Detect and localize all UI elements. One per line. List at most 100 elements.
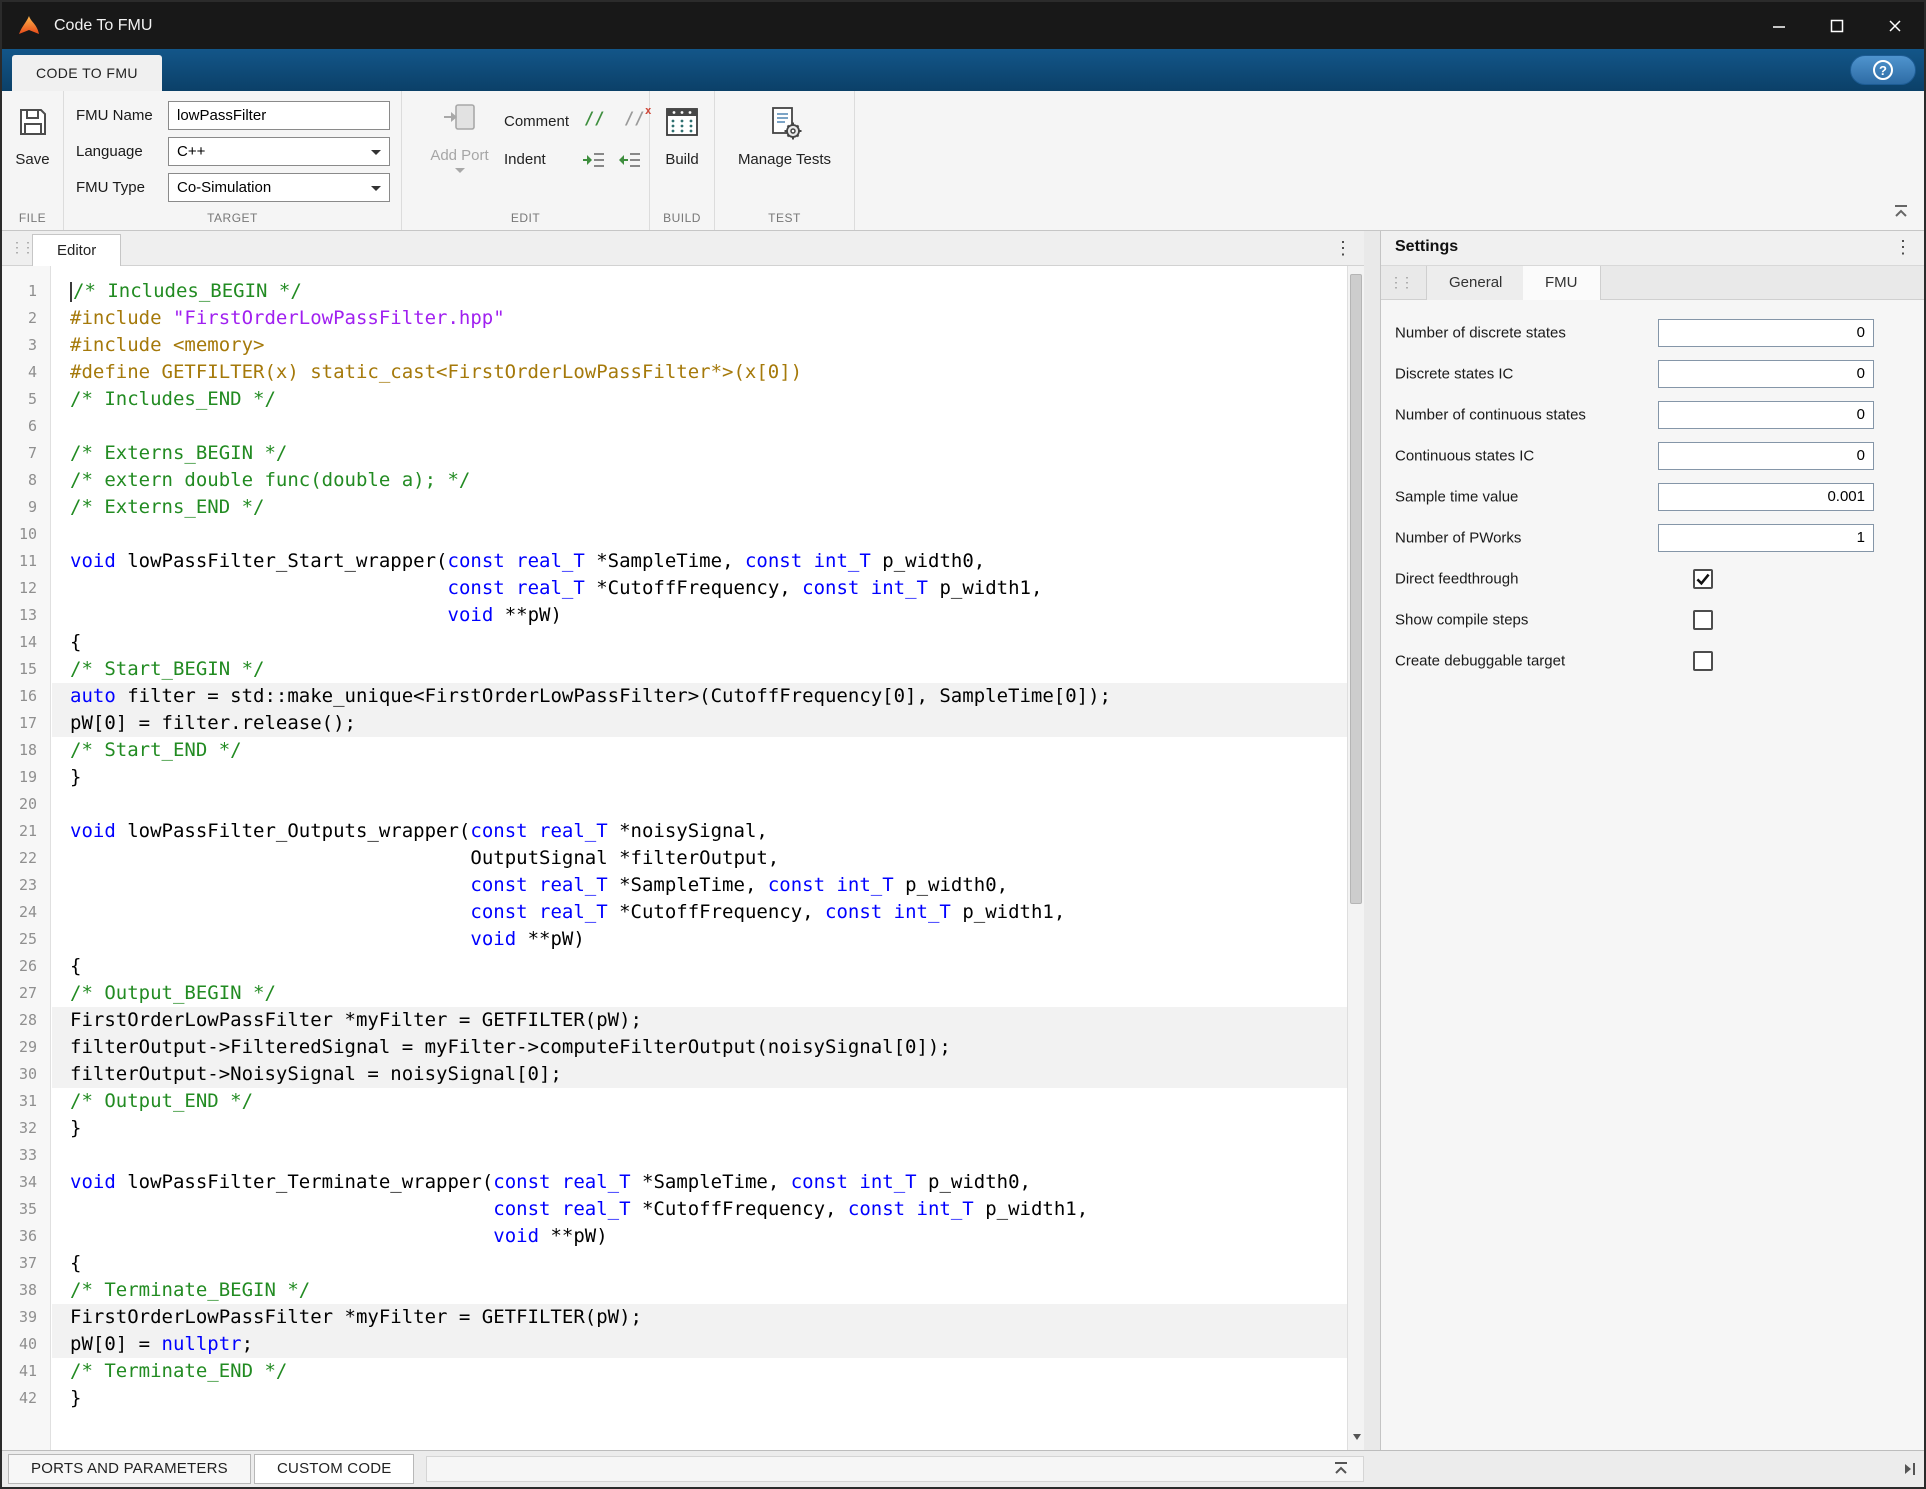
input-number-of-continuous-states[interactable] — [1658, 401, 1874, 429]
line-number: 4 — [2, 359, 50, 386]
checkbox-show-compile-steps[interactable] — [1693, 610, 1713, 630]
checkbox-direct-feedthrough[interactable] — [1693, 569, 1713, 589]
field-label-show-compile-steps: Show compile steps — [1395, 611, 1528, 628]
line-number: 40 — [2, 1331, 50, 1358]
line-number: 1 — [2, 278, 50, 305]
fmu-type-select-value: Co-Simulation — [177, 179, 271, 196]
settings-header: Settings ⋮ — [1381, 231, 1924, 266]
app-window: Code To FMU CODE TO FMU ? — [0, 0, 1926, 1489]
scroll-down-button[interactable] — [1348, 1428, 1364, 1446]
ribbon-toolbar: Save FILE FMU Name Language C++ FMU Type… — [2, 91, 1924, 231]
field-label-discrete-states-ic: Discrete states IC — [1395, 365, 1513, 382]
language-select-value: C++ — [177, 143, 205, 160]
collapse-ribbon-icon[interactable] — [1892, 204, 1910, 224]
code-line: /* Output_END */ — [52, 1088, 1347, 1115]
line-number: 26 — [2, 953, 50, 980]
code-line: /* Terminate_BEGIN */ — [52, 1277, 1347, 1304]
line-number: 21 — [2, 818, 50, 845]
tab-ports-and-parameters[interactable]: PORTS AND PARAMETERS — [8, 1454, 251, 1484]
chevron-down-icon — [455, 168, 465, 178]
fmu-type-label: FMU Type — [76, 179, 168, 196]
line-number: 30 — [2, 1061, 50, 1088]
ribbon-tabstrip: CODE TO FMU ? — [2, 49, 1924, 91]
code-line — [52, 791, 1347, 818]
input-sample-time-value[interactable] — [1658, 483, 1874, 511]
close-button[interactable] — [1866, 2, 1924, 49]
code-line: /* Terminate_END */ — [52, 1358, 1347, 1385]
tab-custom-code[interactable]: CUSTOM CODE — [254, 1454, 414, 1484]
code-line — [52, 1142, 1347, 1169]
field-label-sample-time-value: Sample time value — [1395, 488, 1518, 505]
line-number: 36 — [2, 1223, 50, 1250]
line-number: 35 — [2, 1196, 50, 1223]
manage-tests-button[interactable]: Manage Tests — [715, 105, 854, 168]
section-label-edit: EDIT — [402, 211, 649, 225]
toolbar-section-build: Build BUILD — [650, 91, 715, 230]
line-number: 3 — [2, 332, 50, 359]
settings-field-row: Sample time value — [1381, 476, 1924, 517]
fmu-name-input[interactable] — [168, 101, 390, 130]
code-line: filterOutput->FilteredSignal = myFilter-… — [52, 1034, 1347, 1061]
code-line: /* Includes_END */ — [52, 386, 1347, 413]
code-line: /* Start_END */ — [52, 737, 1347, 764]
fmu-type-select[interactable]: Co-Simulation — [168, 173, 390, 202]
help-button[interactable]: ? — [1850, 55, 1916, 85]
section-label-test: TEST — [715, 211, 854, 225]
input-discrete-states-ic[interactable] — [1658, 360, 1874, 388]
line-number: 9 — [2, 494, 50, 521]
input-number-of-pworks[interactable] — [1658, 524, 1874, 552]
code-line: const real_T *SampleTime, const int_T p_… — [52, 872, 1347, 899]
editor-panel: ⋮⋮ Editor ⋮ 1234567891011121314151617181… — [2, 231, 1364, 1450]
collapsed-panel-strip — [426, 1456, 1364, 1482]
code-line: const real_T *CutoffFrequency, const int… — [52, 575, 1347, 602]
comment-label: Comment — [504, 113, 569, 130]
checkbox-create-debuggable-target[interactable] — [1693, 651, 1713, 671]
line-number: 6 — [2, 413, 50, 440]
tab-code-to-fmu[interactable]: CODE TO FMU — [12, 55, 162, 91]
code-line: const real_T *CutoffFrequency, const int… — [52, 1196, 1347, 1223]
comment-icon[interactable]: // — [584, 109, 604, 129]
field-label-direct-feedthrough: Direct feedthrough — [1395, 570, 1518, 587]
line-number: 34 — [2, 1169, 50, 1196]
panel-grip-icon[interactable]: ⋮⋮ — [1389, 274, 1411, 291]
titlebar: Code To FMU — [2, 2, 1924, 49]
editor-menu-kebab-icon[interactable]: ⋮ — [1334, 238, 1352, 259]
panel-grip-icon[interactable]: ⋮⋮ — [10, 239, 32, 256]
save-button-label: Save — [2, 151, 63, 168]
code-line: void lowPassFilter_Start_wrapper(const r… — [52, 548, 1347, 575]
add-port-button[interactable]: Add Port — [412, 101, 507, 183]
save-button[interactable]: Save — [2, 105, 63, 168]
code-line: filterOutput->NoisySignal = noisySignal[… — [52, 1061, 1347, 1088]
code-line: FirstOrderLowPassFilter *myFilter = GETF… — [52, 1007, 1347, 1034]
expand-right-panel-icon[interactable] — [1902, 1461, 1918, 1477]
scrollbar-thumb[interactable] — [1350, 274, 1362, 904]
tab-editor[interactable]: Editor — [32, 234, 121, 266]
language-label: Language — [76, 143, 168, 160]
tab-general[interactable]: General — [1426, 266, 1525, 300]
indent-right-icon[interactable] — [582, 151, 606, 169]
restore-panel-icon[interactable] — [1332, 1461, 1350, 1476]
editor-gutter: 1234567891011121314151617181920212223242… — [2, 266, 51, 1450]
tab-fmu[interactable]: FMU — [1523, 266, 1601, 300]
language-select[interactable]: C++ — [168, 137, 390, 166]
settings-field-row: Number of continuous states — [1381, 394, 1924, 435]
code-area[interactable]: /* Includes_BEGIN */#include "FirstOrder… — [52, 266, 1347, 1450]
outdent-left-icon[interactable] — [618, 151, 642, 169]
uncomment-icon[interactable]: //x — [624, 109, 644, 129]
settings-menu-kebab-icon[interactable]: ⋮ — [1894, 237, 1912, 258]
minimize-button[interactable] — [1750, 2, 1808, 49]
window-controls — [1750, 2, 1924, 49]
editor-vertical-scrollbar[interactable] — [1347, 266, 1364, 1450]
line-number: 31 — [2, 1088, 50, 1115]
build-button[interactable]: Build — [650, 105, 714, 168]
toolbar-section-target: FMU Name Language C++ FMU Type Co-Simula… — [64, 91, 402, 230]
input-number-of-discrete-states[interactable] — [1658, 319, 1874, 347]
help-icon: ? — [1873, 60, 1893, 80]
input-continuous-states-ic[interactable] — [1658, 442, 1874, 470]
maximize-button[interactable] — [1808, 2, 1866, 49]
chevron-down-icon — [371, 186, 381, 196]
line-number: 12 — [2, 575, 50, 602]
line-number: 11 — [2, 548, 50, 575]
code-line: { — [52, 1250, 1347, 1277]
save-icon — [2, 105, 63, 145]
